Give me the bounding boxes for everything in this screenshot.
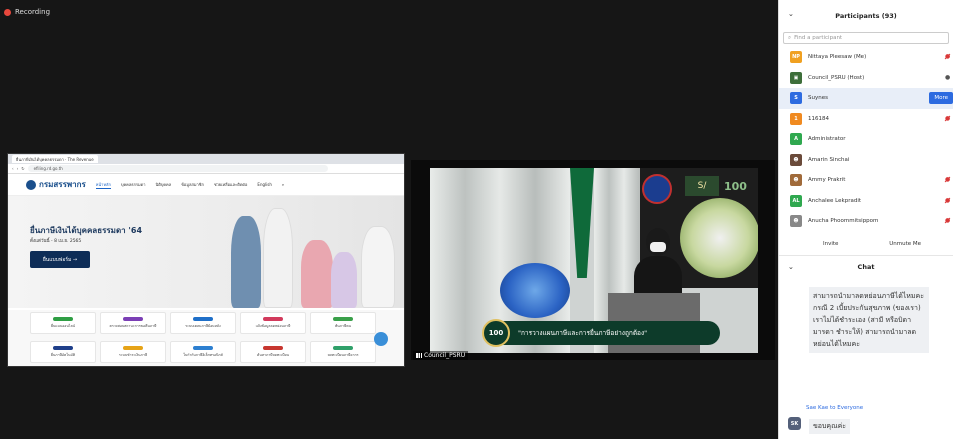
mic-muted-icon: ● <box>945 217 951 224</box>
mic-muted-icon: ● <box>945 196 951 204</box>
chat-reply-message: ขอบคุณค่ะ <box>809 419 851 434</box>
participant-row[interactable]: ☻ Anucha Phoommitsippom ● <box>779 211 953 232</box>
participant-search-input[interactable]: ⌕ Find a participant <box>783 32 949 44</box>
avatar: ☻ <box>790 153 802 166</box>
lower-third-badge: 100 <box>482 319 510 347</box>
mic-muted-icon: ● <box>945 53 951 60</box>
nav-member[interactable]: ข้อมูลสมาชิก <box>181 181 204 188</box>
hero-people-image <box>213 204 403 308</box>
participant-row[interactable]: 1 116184 ● <box>779 109 953 130</box>
more-button[interactable]: More <box>929 92 953 104</box>
back-icon[interactable]: ‹ <box>12 166 14 171</box>
service-tile[interactable]: พ้นภาษีคน <box>310 312 376 334</box>
participant-row[interactable]: A Administrator <box>779 129 953 150</box>
browser-tab[interactable]: ยื่นภาษีเงินได้บุคคลธรรมดา · The Revenue <box>12 155 98 163</box>
unmute-me-button[interactable]: Unmute Me <box>889 241 921 247</box>
avatar: ▣ <box>790 71 802 84</box>
chat-message: สามารถนำมาลดหย่อนภาษีได้ไหมคะ กรณี 2 เบี… <box>809 287 929 353</box>
service-tile[interactable]: แจ้งข้อมูลลดหย่อนภาษี <box>240 312 306 334</box>
mic-icon: ● <box>945 73 951 81</box>
participant-list: NP Nittaya Pleesaw (Me) ● ▣ Council_PSRU… <box>779 47 953 232</box>
service-tile[interactable]: ใบกำกับภาษีอิเล็กทรอนิกส์ <box>170 341 236 363</box>
nav-corporate[interactable]: นิติบุคคล <box>156 181 172 188</box>
avatar: ☻ <box>790 215 802 228</box>
participants-header: ⌄ Participants (93) <box>779 0 953 32</box>
lower-third-text: "การวางแผนภาษีและการยื่นภาษีอย่างถูกต้อง… <box>518 329 648 337</box>
search-placeholder: Find a participant <box>794 35 843 41</box>
participant-row[interactable]: AL Anchalee Lekpradit ● <box>779 191 953 212</box>
reload-icon[interactable]: ↻ <box>21 166 24 171</box>
service-tile[interactable]: ค้นหาภาษีจดทะเบียน <box>240 341 306 363</box>
video-name-label: Council_PSRU <box>413 351 469 360</box>
avatar: ☻ <box>790 174 802 187</box>
participant-row[interactable]: ☻ Ammy Prakrit ● <box>779 170 953 191</box>
forward-icon[interactable]: › <box>17 166 19 171</box>
logo-emblem-icon <box>26 179 36 190</box>
speaker-video: S/ 100 100 "การวางแผนภาษีและการยื่นภาษีอ… <box>430 168 758 353</box>
service-tile[interactable]: จดทะเบียนภาษีอากร <box>310 341 376 363</box>
service-tile[interactable]: ตรวจสอบสถานะการขอคืนภาษี <box>100 312 166 334</box>
avatar: NP <box>790 51 802 64</box>
nav-language[interactable]: English <box>257 182 271 187</box>
university-seal-icon <box>642 174 672 204</box>
service-tile[interactable]: ระบบเคลมภาษีย้อนหลัง <box>170 312 236 334</box>
shared-screen[interactable]: ยื่นภาษีเงินได้บุคคลธรรมดา · The Revenue… <box>7 153 405 367</box>
service-tile[interactable]: ระบบชำระเงินภาษี <box>100 341 166 363</box>
anniversary-logo: 100 <box>724 179 747 193</box>
hero-subtitle: ตั้งแต่วันนี้ - 8 เม.ย. 2565 <box>30 239 82 244</box>
search-icon: ⌕ <box>788 34 792 41</box>
browser-tab-bar: ยื่นภาษีเงินได้บุคคลธรรมดา · The Revenue <box>8 154 404 164</box>
nav-home[interactable]: หน้าหลัก <box>95 181 111 189</box>
nav-individual[interactable]: บุคคลธรรมดา <box>121 181 146 188</box>
chevron-down-icon[interactable]: ⌄ <box>788 263 794 271</box>
site-logo-text: กรมสรรพากร <box>39 180 86 189</box>
avatar: 1 <box>790 112 802 125</box>
service-tile[interactable]: ยื่นภาษีอัตโนมัติ <box>30 341 96 363</box>
signal-icon <box>416 353 422 358</box>
site-nav: กรมสรรพากร หน้าหลัก บุคคลธรรมดา นิติบุคค… <box>8 174 404 196</box>
recording-label: Recording <box>15 8 51 16</box>
nav-help[interactable]: ช่วยเหลือและติดต่อ <box>214 181 248 188</box>
site-logo[interactable]: กรมสรรพากร <box>26 178 86 191</box>
participant-row[interactable]: NP Nittaya Pleesaw (Me) ● <box>779 47 953 68</box>
chevron-down-icon[interactable]: ⌄ <box>788 10 794 18</box>
mic-muted-icon: ● <box>945 114 951 122</box>
chat-header: ⌄ Chat <box>779 256 953 278</box>
service-tile[interactable]: ยื่นแบบออนไลน์ <box>30 312 96 334</box>
avatar: AL <box>790 194 802 207</box>
browser-address-bar: ‹ › ↻ efiling.rd.go.th <box>8 164 404 174</box>
chat-recipient-line: Sae Kae to Everyone <box>806 405 864 411</box>
participant-row[interactable]: S Suynes More <box>779 88 953 109</box>
mic-muted-icon: ● <box>945 176 951 183</box>
browser-url[interactable]: efiling.rd.go.th <box>27 165 328 172</box>
side-panel: ⌄ Participants (93) ⌕ Find a participant… <box>778 0 953 439</box>
search-icon[interactable]: ⌕ <box>282 182 284 187</box>
chat-title: Chat <box>857 262 875 271</box>
video-tile[interactable]: S/ 100 100 "การวางแผนภาษีและการยื่นภาษีอ… <box>411 160 775 360</box>
participant-actions: Invite Unmute Me <box>779 234 953 256</box>
service-grid: ยื่นแบบออนไลน์ ตรวจสอบสถานะการขอคืนภาษี … <box>8 310 404 366</box>
sc-logo: S/ <box>685 176 719 196</box>
site-chat-icon[interactable] <box>374 332 388 346</box>
participant-row[interactable]: ▣ Council_PSRU (Host) ● <box>779 68 953 89</box>
recording-indicator: Recording <box>4 8 50 16</box>
participant-row[interactable]: ☻ Amarin Sinchai <box>779 150 953 171</box>
avatar: S <box>790 92 802 105</box>
avatar: A <box>790 133 802 146</box>
zoom-meeting-window: Recording ยื่นภาษีเงินได้บุคคลธรรมดา · T… <box>0 0 953 439</box>
hero-banner: ยื่นภาษีเงินได้บุคคลธรรมดา '64 ตั้งแต่วั… <box>8 196 404 308</box>
meeting-stage: Recording ยื่นภาษีเงินได้บุคคลธรรมดา · T… <box>0 0 778 439</box>
recording-dot-icon <box>4 8 11 16</box>
file-tax-button[interactable]: ยื่นแบบฟอร์ม → <box>30 251 90 268</box>
hero-title: ยื่นภาษีเงินได้บุคคลธรรมดา '64 <box>30 226 143 235</box>
participants-title: Participants (93) <box>835 12 897 20</box>
invite-button[interactable]: Invite <box>823 241 838 247</box>
chat-sender-avatar: SK <box>788 417 801 430</box>
lower-third-banner: 100 "การวางแผนภาษีและการยื่นภาษีอย่างถูก… <box>482 319 720 347</box>
